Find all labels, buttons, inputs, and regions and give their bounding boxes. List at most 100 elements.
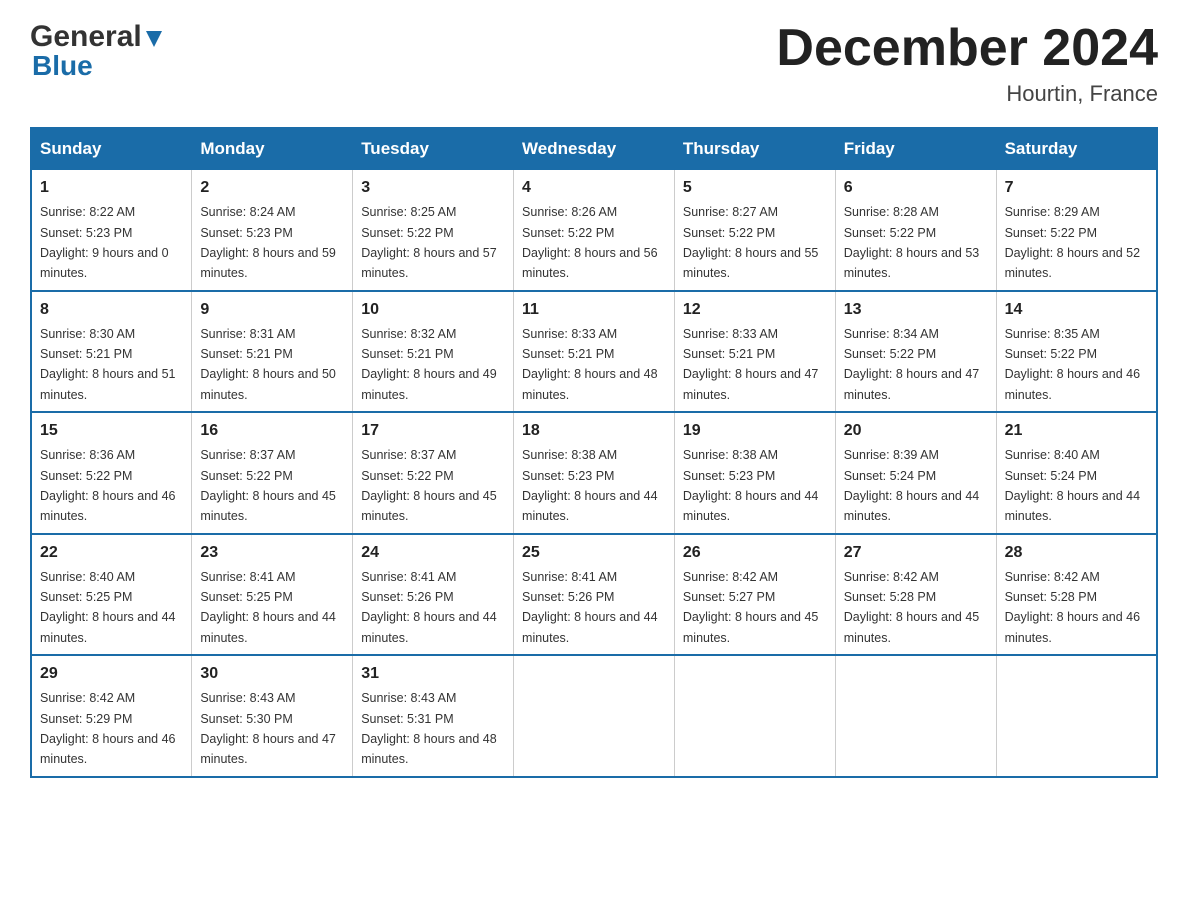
table-row: 25 Sunrise: 8:41 AMSunset: 5:26 PMDaylig… (514, 534, 675, 656)
table-row: 31 Sunrise: 8:43 AMSunset: 5:31 PMDaylig… (353, 655, 514, 777)
table-row: 12 Sunrise: 8:33 AMSunset: 5:21 PMDaylig… (674, 291, 835, 413)
day-info: Sunrise: 8:33 AMSunset: 5:21 PMDaylight:… (522, 327, 658, 402)
day-info: Sunrise: 8:41 AMSunset: 5:26 PMDaylight:… (361, 570, 497, 645)
day-info: Sunrise: 8:28 AMSunset: 5:22 PMDaylight:… (844, 205, 980, 280)
day-info: Sunrise: 8:43 AMSunset: 5:30 PMDaylight:… (200, 691, 336, 766)
day-info: Sunrise: 8:27 AMSunset: 5:22 PMDaylight:… (683, 205, 819, 280)
table-row: 10 Sunrise: 8:32 AMSunset: 5:21 PMDaylig… (353, 291, 514, 413)
table-row: 28 Sunrise: 8:42 AMSunset: 5:28 PMDaylig… (996, 534, 1157, 656)
table-row: 15 Sunrise: 8:36 AMSunset: 5:22 PMDaylig… (31, 412, 192, 534)
col-wednesday: Wednesday (514, 128, 675, 170)
calendar-week-row: 15 Sunrise: 8:36 AMSunset: 5:22 PMDaylig… (31, 412, 1157, 534)
table-row: 30 Sunrise: 8:43 AMSunset: 5:30 PMDaylig… (192, 655, 353, 777)
day-number: 10 (361, 298, 505, 322)
day-info: Sunrise: 8:38 AMSunset: 5:23 PMDaylight:… (522, 448, 658, 523)
day-number: 30 (200, 662, 344, 686)
table-row: 2 Sunrise: 8:24 AMSunset: 5:23 PMDayligh… (192, 170, 353, 291)
table-row: 27 Sunrise: 8:42 AMSunset: 5:28 PMDaylig… (835, 534, 996, 656)
day-info: Sunrise: 8:37 AMSunset: 5:22 PMDaylight:… (200, 448, 336, 523)
day-number: 29 (40, 662, 183, 686)
col-saturday: Saturday (996, 128, 1157, 170)
day-number: 13 (844, 298, 988, 322)
col-friday: Friday (835, 128, 996, 170)
calendar-week-row: 8 Sunrise: 8:30 AMSunset: 5:21 PMDayligh… (31, 291, 1157, 413)
day-number: 14 (1005, 298, 1148, 322)
day-info: Sunrise: 8:40 AMSunset: 5:25 PMDaylight:… (40, 570, 176, 645)
calendar-week-row: 1 Sunrise: 8:22 AMSunset: 5:23 PMDayligh… (31, 170, 1157, 291)
logo: General Blue (30, 20, 165, 82)
day-number: 9 (200, 298, 344, 322)
day-info: Sunrise: 8:37 AMSunset: 5:22 PMDaylight:… (361, 448, 497, 523)
table-row: 16 Sunrise: 8:37 AMSunset: 5:22 PMDaylig… (192, 412, 353, 534)
title-block: December 2024 Hourtin, France (776, 20, 1158, 107)
day-number: 3 (361, 176, 505, 200)
day-number: 5 (683, 176, 827, 200)
day-number: 28 (1005, 541, 1148, 565)
day-number: 11 (522, 298, 666, 322)
table-row: 20 Sunrise: 8:39 AMSunset: 5:24 PMDaylig… (835, 412, 996, 534)
day-number: 2 (200, 176, 344, 200)
col-sunday: Sunday (31, 128, 192, 170)
day-info: Sunrise: 8:41 AMSunset: 5:26 PMDaylight:… (522, 570, 658, 645)
day-info: Sunrise: 8:42 AMSunset: 5:28 PMDaylight:… (1005, 570, 1141, 645)
logo-top-row: General (30, 20, 165, 54)
location-text: Hourtin, France (776, 81, 1158, 107)
table-row: 29 Sunrise: 8:42 AMSunset: 5:29 PMDaylig… (31, 655, 192, 777)
table-row: 6 Sunrise: 8:28 AMSunset: 5:22 PMDayligh… (835, 170, 996, 291)
day-number: 18 (522, 419, 666, 443)
logo-general-text: General (30, 20, 142, 54)
table-row: 11 Sunrise: 8:33 AMSunset: 5:21 PMDaylig… (514, 291, 675, 413)
day-number: 1 (40, 176, 183, 200)
col-monday: Monday (192, 128, 353, 170)
col-tuesday: Tuesday (353, 128, 514, 170)
table-row: 13 Sunrise: 8:34 AMSunset: 5:22 PMDaylig… (835, 291, 996, 413)
day-info: Sunrise: 8:36 AMSunset: 5:22 PMDaylight:… (40, 448, 176, 523)
day-info: Sunrise: 8:34 AMSunset: 5:22 PMDaylight:… (844, 327, 980, 402)
day-number: 21 (1005, 419, 1148, 443)
day-info: Sunrise: 8:43 AMSunset: 5:31 PMDaylight:… (361, 691, 497, 766)
month-title: December 2024 (776, 20, 1158, 77)
table-row: 14 Sunrise: 8:35 AMSunset: 5:22 PMDaylig… (996, 291, 1157, 413)
day-info: Sunrise: 8:42 AMSunset: 5:28 PMDaylight:… (844, 570, 980, 645)
day-info: Sunrise: 8:41 AMSunset: 5:25 PMDaylight:… (200, 570, 336, 645)
day-info: Sunrise: 8:32 AMSunset: 5:21 PMDaylight:… (361, 327, 497, 402)
table-row: 17 Sunrise: 8:37 AMSunset: 5:22 PMDaylig… (353, 412, 514, 534)
table-row (996, 655, 1157, 777)
day-info: Sunrise: 8:31 AMSunset: 5:21 PMDaylight:… (200, 327, 336, 402)
day-number: 26 (683, 541, 827, 565)
table-row (835, 655, 996, 777)
day-number: 17 (361, 419, 505, 443)
logo-blue-text: Blue (32, 50, 93, 82)
day-info: Sunrise: 8:22 AMSunset: 5:23 PMDaylight:… (40, 205, 169, 280)
calendar-week-row: 22 Sunrise: 8:40 AMSunset: 5:25 PMDaylig… (31, 534, 1157, 656)
calendar-table: Sunday Monday Tuesday Wednesday Thursday… (30, 127, 1158, 778)
day-info: Sunrise: 8:38 AMSunset: 5:23 PMDaylight:… (683, 448, 819, 523)
day-number: 16 (200, 419, 344, 443)
day-number: 23 (200, 541, 344, 565)
table-row: 9 Sunrise: 8:31 AMSunset: 5:21 PMDayligh… (192, 291, 353, 413)
day-number: 19 (683, 419, 827, 443)
table-row: 1 Sunrise: 8:22 AMSunset: 5:23 PMDayligh… (31, 170, 192, 291)
table-row: 19 Sunrise: 8:38 AMSunset: 5:23 PMDaylig… (674, 412, 835, 534)
day-number: 15 (40, 419, 183, 443)
table-row: 18 Sunrise: 8:38 AMSunset: 5:23 PMDaylig… (514, 412, 675, 534)
day-number: 4 (522, 176, 666, 200)
day-info: Sunrise: 8:33 AMSunset: 5:21 PMDaylight:… (683, 327, 819, 402)
table-row: 8 Sunrise: 8:30 AMSunset: 5:21 PMDayligh… (31, 291, 192, 413)
day-number: 31 (361, 662, 505, 686)
day-number: 6 (844, 176, 988, 200)
day-info: Sunrise: 8:29 AMSunset: 5:22 PMDaylight:… (1005, 205, 1141, 280)
day-info: Sunrise: 8:40 AMSunset: 5:24 PMDaylight:… (1005, 448, 1141, 523)
table-row: 3 Sunrise: 8:25 AMSunset: 5:22 PMDayligh… (353, 170, 514, 291)
day-number: 24 (361, 541, 505, 565)
day-number: 22 (40, 541, 183, 565)
table-row: 21 Sunrise: 8:40 AMSunset: 5:24 PMDaylig… (996, 412, 1157, 534)
day-info: Sunrise: 8:42 AMSunset: 5:27 PMDaylight:… (683, 570, 819, 645)
day-number: 25 (522, 541, 666, 565)
day-number: 20 (844, 419, 988, 443)
table-row (514, 655, 675, 777)
day-info: Sunrise: 8:26 AMSunset: 5:22 PMDaylight:… (522, 205, 658, 280)
logo-triangle-icon (143, 27, 165, 49)
day-number: 8 (40, 298, 183, 322)
col-thursday: Thursday (674, 128, 835, 170)
